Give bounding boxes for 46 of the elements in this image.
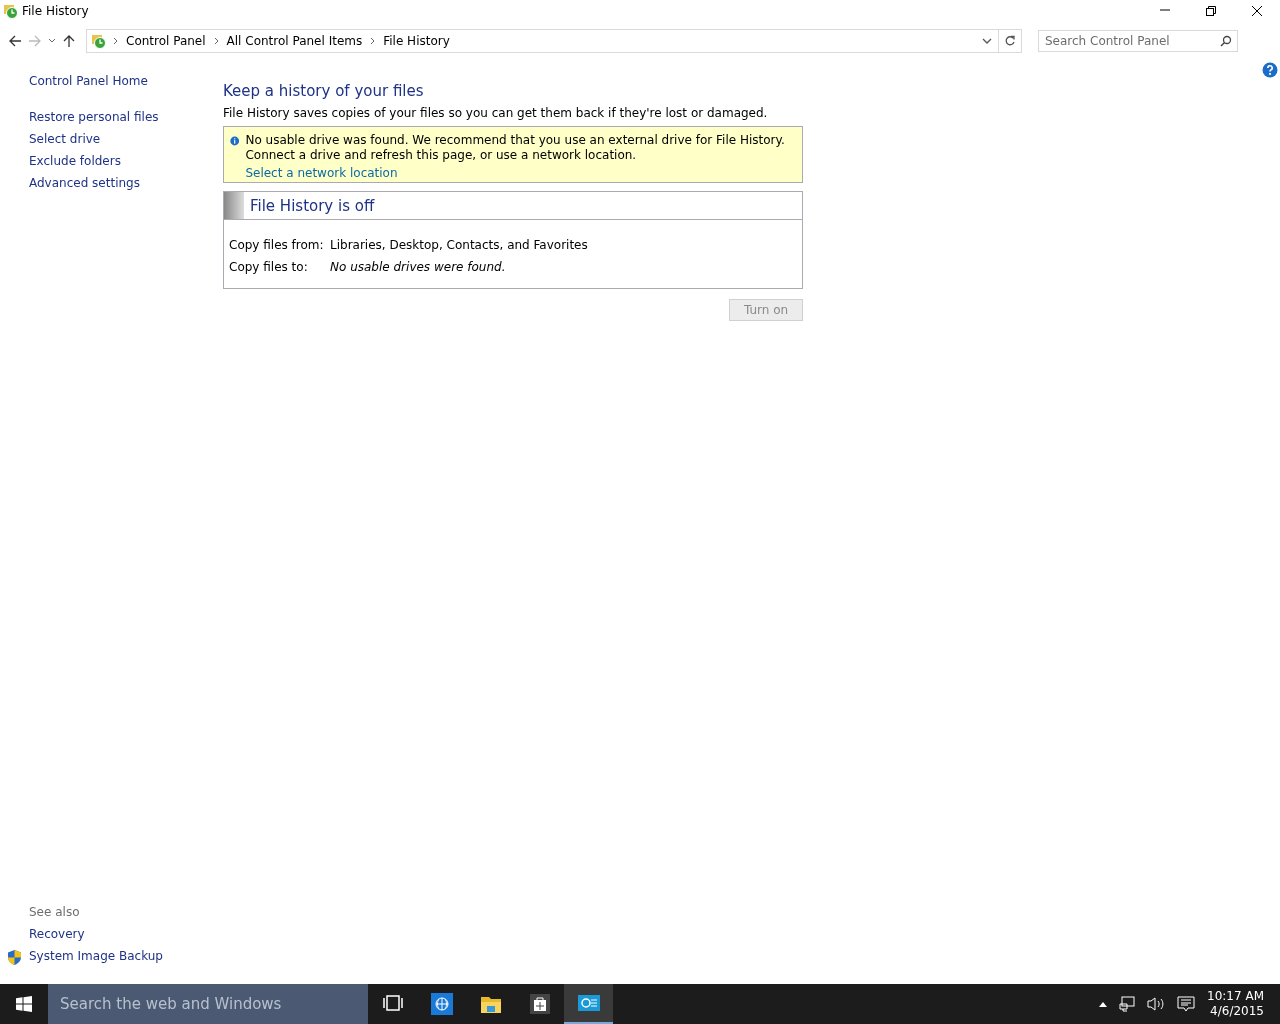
address-bar[interactable]: Control Panel All Control Panel Items File History xyxy=(86,29,1022,53)
status-title: File History is off xyxy=(250,196,375,215)
breadcrumb[interactable]: All Control Panel Items xyxy=(224,34,365,48)
chevron-icon xyxy=(213,37,219,45)
help-icon[interactable] xyxy=(1262,62,1278,78)
network-icon[interactable] xyxy=(1119,996,1136,1012)
sidebar-link[interactable]: Control Panel Home xyxy=(29,74,148,88)
windows-logo-icon[interactable] xyxy=(16,996,32,1012)
dropdown-caret-icon[interactable] xyxy=(981,37,993,45)
sidebar-link[interactable]: System Image Backup xyxy=(29,949,163,963)
row-value: No usable drives were found. xyxy=(330,260,507,274)
message-icon[interactable] xyxy=(1177,995,1196,1013)
row-value: Libraries, Desktop, Contacts, and Favorites xyxy=(330,238,589,252)
page-description: File History saves copies of your files so you can get them back if they're lost or damaged. xyxy=(223,106,769,120)
chevron-icon xyxy=(113,37,118,45)
breadcrumb[interactable]: Control Panel xyxy=(124,34,208,48)
shopping-bag-icon[interactable] xyxy=(528,993,551,1015)
network-location-link[interactable]: Select a network location xyxy=(245,166,398,180)
refresh-icon[interactable] xyxy=(1004,35,1016,47)
chevron-icon xyxy=(370,37,376,45)
row-label: Copy files to: xyxy=(229,260,309,274)
taskbar-search-field[interactable]: Search the web and Windows xyxy=(48,984,368,1024)
page-heading: Keep a history of your files xyxy=(223,82,425,100)
breadcrumb[interactable]: File History xyxy=(381,34,452,48)
active-taskbar-button[interactable] xyxy=(564,984,613,1024)
globe-icon[interactable] xyxy=(430,993,453,1015)
speaker-icon[interactable] xyxy=(1147,996,1166,1012)
chevron-up-icon[interactable] xyxy=(1099,1001,1108,1007)
restore-icon[interactable] xyxy=(1205,5,1217,17)
see-also-heading: See also xyxy=(29,905,81,919)
up-arrow-icon[interactable] xyxy=(62,34,76,48)
sidebar-link[interactable]: Recovery xyxy=(29,927,85,941)
sidebar-link[interactable]: Advanced settings xyxy=(29,176,140,190)
sidebar-link[interactable]: Select drive xyxy=(29,132,101,146)
clock-time[interactable]: 10:17 AM xyxy=(1207,989,1264,1004)
search-icon xyxy=(1220,35,1232,47)
row-label: Copy files from: xyxy=(229,238,325,252)
window-title: File History xyxy=(22,4,89,18)
clock-date[interactable]: 4/6/2015 xyxy=(1210,1004,1264,1019)
back-arrow-icon[interactable] xyxy=(8,34,22,48)
sidebar-link[interactable]: Restore personal files xyxy=(29,110,159,124)
close-icon[interactable] xyxy=(1251,5,1263,17)
file-history-icon xyxy=(3,3,18,19)
search-field[interactable]: Search Control Panel xyxy=(1038,30,1238,52)
notice-message: No usable drive was found. We recommend that you use an external drive for File History. Connect a drive and refresh this page, or use a network location. xyxy=(245,133,786,163)
sidebar-link[interactable]: Exclude folders xyxy=(29,154,121,168)
